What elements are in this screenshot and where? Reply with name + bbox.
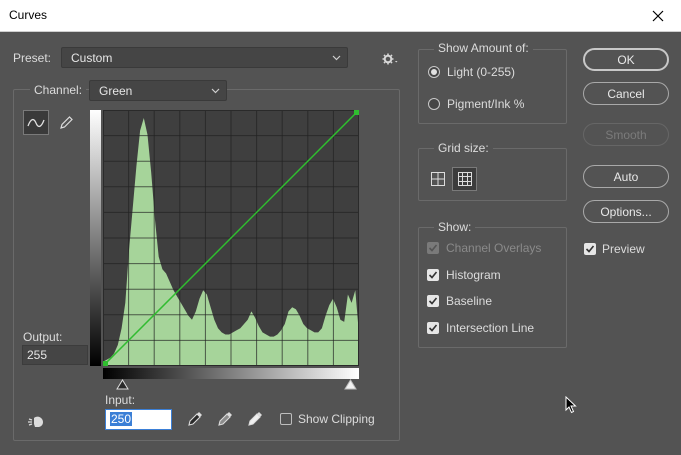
chevron-down-icon bbox=[211, 88, 220, 94]
light-radio-label: Light (0-255) bbox=[447, 65, 516, 79]
curve-point-0 bbox=[103, 361, 108, 366]
grid-size-title: Grid size: bbox=[434, 141, 493, 155]
show-title: Show: bbox=[434, 220, 476, 234]
baseline-label: Baseline bbox=[446, 294, 493, 308]
black-point-eyedropper[interactable] bbox=[183, 407, 207, 431]
preset-options-gear[interactable] bbox=[378, 47, 402, 71]
show-clipping-label: Show Clipping bbox=[298, 412, 375, 426]
channel-overlays-checkbox[interactable] bbox=[427, 242, 439, 254]
checkmark-icon bbox=[428, 271, 438, 279]
input-value: 250 bbox=[110, 412, 133, 426]
white-point-eyedropper[interactable] bbox=[243, 407, 267, 431]
gear-icon bbox=[382, 53, 398, 65]
pencil-icon bbox=[60, 116, 73, 129]
checkmark-icon bbox=[428, 297, 438, 305]
output-gradient-bar bbox=[90, 110, 101, 366]
light-radio[interactable] bbox=[428, 66, 440, 78]
preview-label: Preview bbox=[602, 242, 645, 256]
mouse-cursor-icon bbox=[565, 396, 577, 414]
pigment-radio-label: Pigment/Ink % bbox=[447, 97, 525, 111]
input-label: Input: bbox=[105, 393, 136, 407]
channel-value: Green bbox=[99, 84, 133, 98]
on-image-adjust-tool[interactable] bbox=[24, 410, 48, 434]
preset-label: Preset: bbox=[13, 51, 52, 65]
black-point-slider[interactable] bbox=[116, 379, 129, 390]
output-field[interactable]: 255 bbox=[22, 345, 88, 365]
eyedropper-black-icon bbox=[188, 412, 202, 426]
auto-button[interactable]: Auto bbox=[583, 165, 669, 188]
close-icon bbox=[652, 10, 664, 22]
gray-point-eyedropper[interactable] bbox=[213, 407, 237, 431]
grid-detailed-button[interactable] bbox=[452, 167, 477, 191]
cancel-button[interactable]: Cancel bbox=[583, 82, 669, 105]
grid-simple-button[interactable] bbox=[427, 168, 449, 190]
baseline-checkbox[interactable] bbox=[427, 295, 439, 307]
ok-button[interactable]: OK bbox=[583, 48, 669, 71]
options-button[interactable]: Options... bbox=[583, 200, 669, 223]
window-title: Curves bbox=[9, 8, 48, 22]
channel-dropdown[interactable]: Green bbox=[89, 80, 227, 101]
pigment-radio[interactable] bbox=[428, 98, 440, 110]
checkmark-icon bbox=[428, 244, 438, 252]
output-label: Output: bbox=[23, 330, 63, 344]
hand-adjust-icon bbox=[28, 416, 43, 427]
grid-4-icon bbox=[431, 172, 445, 186]
intersection-line-label: Intersection Line bbox=[446, 321, 535, 335]
curve-point-1 bbox=[354, 110, 359, 115]
show-amount-group bbox=[418, 49, 567, 124]
curve-points-icon bbox=[27, 118, 45, 127]
white-point-slider[interactable] bbox=[344, 379, 357, 390]
curves-graph[interactable] bbox=[103, 110, 359, 366]
preview-checkbox[interactable] bbox=[584, 243, 596, 255]
input-field[interactable]: 250 bbox=[105, 409, 172, 430]
title-bar: Curves bbox=[0, 0, 681, 32]
channel-label: Channel: bbox=[30, 83, 87, 97]
chevron-down-icon bbox=[332, 55, 341, 61]
show-amount-title: Show Amount of: bbox=[434, 41, 533, 55]
channel-overlays-label: Channel Overlays bbox=[446, 241, 542, 255]
show-clipping-checkbox[interactable] bbox=[280, 413, 292, 425]
curve-point-tool[interactable] bbox=[23, 110, 49, 135]
eyedropper-gray-icon bbox=[218, 412, 232, 426]
input-gradient-bar bbox=[103, 368, 359, 379]
close-button[interactable] bbox=[635, 0, 681, 32]
preset-value: Custom bbox=[71, 51, 113, 65]
histogram-checkbox[interactable] bbox=[427, 269, 439, 281]
checkmark-icon bbox=[428, 324, 438, 332]
pencil-tool[interactable] bbox=[54, 111, 78, 135]
grid-10-icon bbox=[457, 172, 472, 186]
intersection-line-checkbox[interactable] bbox=[427, 322, 439, 334]
checkmark-icon bbox=[585, 245, 595, 253]
eyedropper-white-icon bbox=[248, 412, 262, 426]
preset-dropdown[interactable]: Custom bbox=[61, 47, 348, 68]
smooth-button[interactable]: Smooth bbox=[583, 123, 669, 146]
histogram-label: Histogram bbox=[446, 268, 501, 282]
